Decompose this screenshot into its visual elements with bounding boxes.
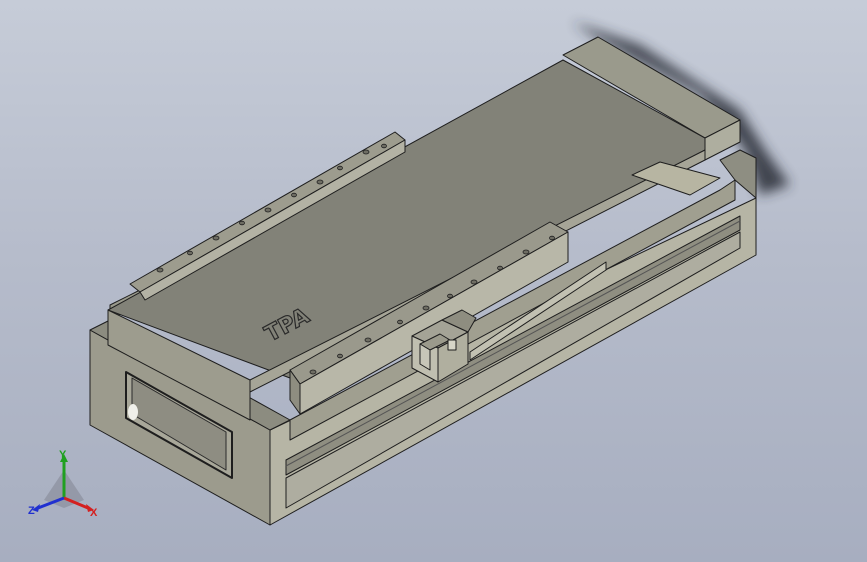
x-axis-label: X — [90, 507, 98, 519]
z-axis-label: Z — [28, 505, 35, 517]
graphics-viewport[interactable]: TPA Y X Z — [0, 0, 867, 562]
axis-triad[interactable]: Y X Z — [22, 448, 106, 524]
linear-stage-body[interactable] — [89, 36, 757, 526]
y-axis-label: Y — [59, 449, 67, 461]
cad-model[interactable]: TPA — [0, 0, 867, 562]
